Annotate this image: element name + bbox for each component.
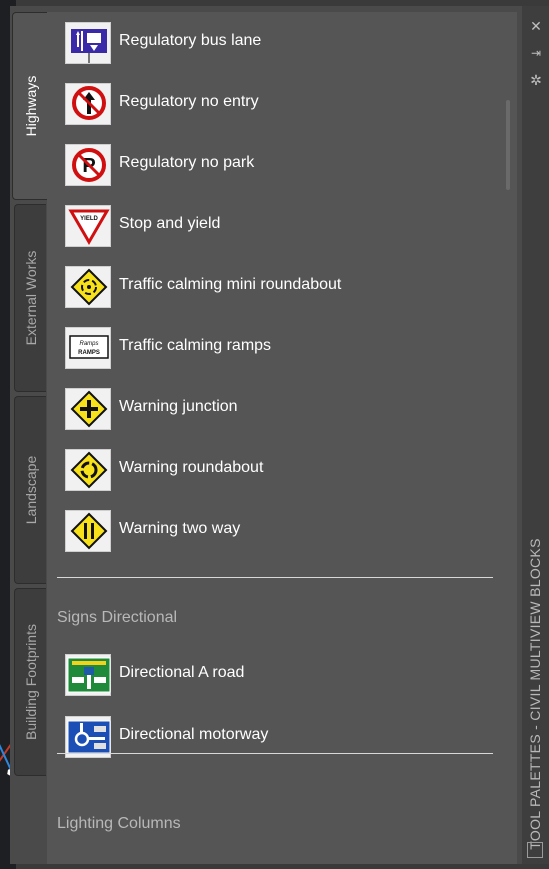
ramps-top-text: Ramps [79,341,98,347]
properties-icon[interactable]: ✲ [528,72,544,89]
bus-lane-sign-icon [65,22,111,64]
palette-title-bar: ✕ ⇥ ✲ TOOL PALETTES - CIVIL MULTIVIEW BL… [522,6,549,864]
section-title-signs-directional: Signs Directional [57,609,178,626]
tab-highways[interactable]: Highways [12,12,48,200]
tool-item-label: Directional A road [119,664,245,681]
tool-item-label: Warning roundabout [119,459,264,476]
two-way-warning-sign-icon [65,510,111,552]
yield-text: YIELD [80,216,98,222]
ramps-bottom-text: RAMPS [78,350,100,356]
tool-item-warning-two-way[interactable]: Warning two way [65,510,505,560]
palette-title: TOOL PALETTES - CIVIL MULTIVIEW BLOCKS [527,538,543,850]
tab-label: Landscape [22,455,39,525]
tool-item-label: Regulatory no park [119,154,255,171]
motorway-sign-icon [65,716,111,758]
tab-external-works[interactable]: External Works [14,204,46,392]
tab-label: Building Footprints [22,624,39,740]
tool-item-label: Traffic calming mini roundabout [119,276,342,293]
palette-content: Regulatory bus lane Regulatory no entry … [47,12,517,864]
section-divider [57,753,493,754]
tool-item-label: Warning junction [119,398,238,415]
tool-item-warning-junction[interactable]: Warning junction [65,388,505,438]
no-park-sign-icon: P [65,144,111,186]
tool-item-traffic-calming-ramps[interactable]: Ramps RAMPS Traffic calming ramps [65,327,505,377]
auto-hide-icon[interactable]: ⇥ [528,46,544,60]
close-icon[interactable]: ✕ [528,18,544,35]
tool-item-label: Directional motorway [119,726,269,743]
mini-roundabout-sign-icon [65,266,111,308]
tool-item-label: Warning two way [119,520,241,537]
tool-item-label: Regulatory bus lane [119,32,262,49]
tool-item-stop-and-yield[interactable]: YIELD Stop and yield [65,205,505,255]
vertical-scrollbar[interactable] [506,100,510,190]
no-entry-sign-icon [65,83,111,125]
tool-item-regulatory-no-entry[interactable]: Regulatory no entry [65,83,505,133]
tool-item-warning-roundabout[interactable]: Warning roundabout [65,449,505,499]
section-title-lighting-columns: Lighting Columns [57,815,181,832]
tab-label: External Works [22,250,39,346]
tool-item-regulatory-bus-lane[interactable]: Regulatory bus lane [65,22,505,72]
roundabout-warning-sign-icon [65,449,111,491]
tab-building-footprints[interactable]: Building Footprints [14,588,46,776]
tool-item-label: Stop and yield [119,215,221,232]
tab-landscape[interactable]: Landscape [14,396,46,584]
tool-item-directional-a-road[interactable]: Directional A road [65,654,505,704]
a-road-sign-icon [65,654,111,696]
tool-item-directional-motorway[interactable]: Directional motorway [65,716,505,766]
tool-item-label: Regulatory no entry [119,93,259,110]
tool-item-traffic-calming-mini-roundabout[interactable]: Traffic calming mini roundabout [65,266,505,316]
palette-grip-icon[interactable] [527,842,543,858]
tab-label: Highways [22,75,39,137]
yield-sign-icon: YIELD [65,205,111,247]
junction-warning-sign-icon [65,388,111,430]
section-divider [57,577,493,578]
tool-item-label: Traffic calming ramps [119,337,272,354]
ramps-sign-icon: Ramps RAMPS [65,327,111,369]
tool-item-regulatory-no-park[interactable]: P Regulatory no park [65,144,505,194]
